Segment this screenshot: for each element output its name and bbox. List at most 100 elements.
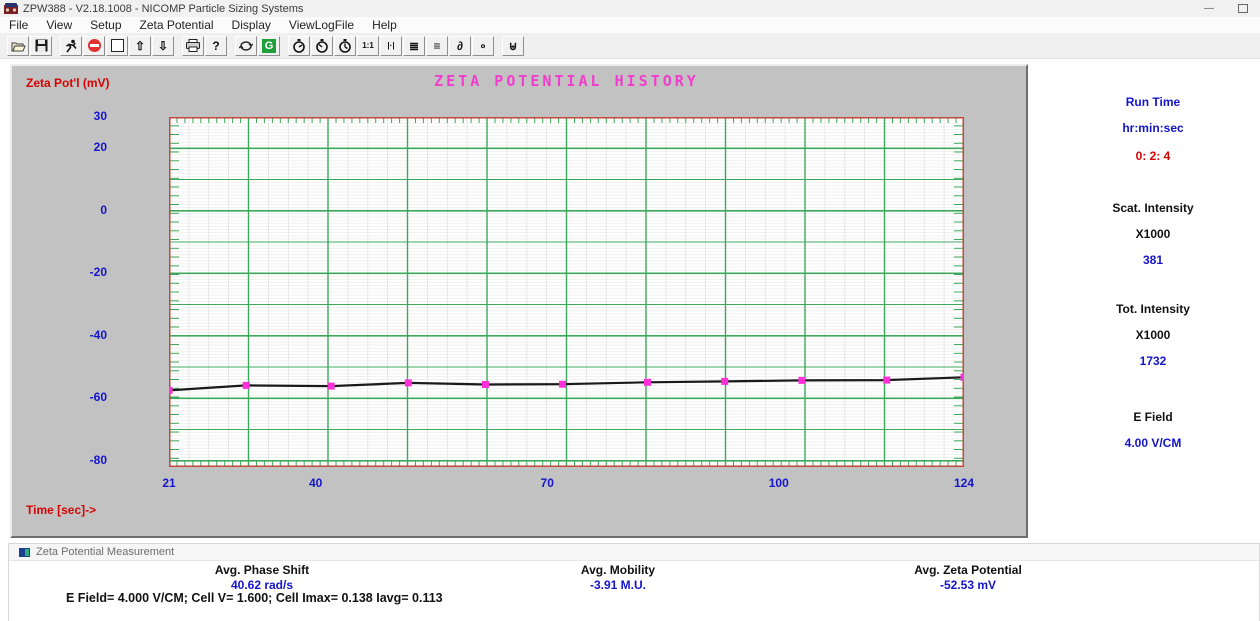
floppy-disk-icon	[35, 39, 48, 52]
timer-3-button[interactable]	[334, 36, 356, 56]
range-markers-button[interactable]: |·|	[380, 36, 402, 56]
scat-intensity-scale: X1000	[1080, 227, 1226, 241]
plot-area	[169, 117, 964, 467]
avg-phase-shift-label: Avg. Phase Shift	[132, 563, 392, 577]
auto-cycle-button[interactable]	[235, 36, 257, 56]
y-tick-label: -40	[47, 328, 107, 342]
x-tick-label: 124	[939, 476, 989, 490]
title-bar: ZPW388 - V2.18.1008 - NICOMP Particle Si…	[0, 0, 1260, 17]
timer-2-button[interactable]	[311, 36, 333, 56]
restore-button[interactable]	[1226, 0, 1260, 17]
tot-intensity-value: 1732	[1080, 354, 1226, 368]
chart-panel: ZETA POTENTIAL HISTORY Zeta Pot'l (mV) T…	[10, 64, 1028, 538]
avg-mobility-value: -3.91 M.U.	[488, 578, 748, 592]
measurement-window-title: Zeta Potential Measurement	[36, 546, 174, 558]
green-g-icon: G	[262, 39, 276, 53]
range-icon: |·|	[387, 41, 394, 50]
menu-view[interactable]: View	[37, 18, 81, 32]
tot-intensity-scale: X1000	[1080, 328, 1226, 342]
drop-button[interactable]: ∘	[472, 36, 494, 56]
move-up-button[interactable]: ⇧	[129, 36, 151, 56]
list-up-button[interactable]: ≣	[403, 36, 425, 56]
restore-icon	[1238, 4, 1248, 13]
window-title: ZPW388 - V2.18.1008 - NICOMP Particle Si…	[23, 3, 303, 15]
measurement-window: Zeta Potential Measurement Avg. Phase Sh…	[8, 543, 1260, 621]
frame-button[interactable]	[106, 36, 128, 56]
run-time-units: hr:min:sec	[1080, 121, 1226, 135]
app-window: ZPW388 - V2.18.1008 - NICOMP Particle Si…	[0, 0, 1260, 621]
e-field-label: E Field	[1080, 410, 1226, 424]
menu-setup[interactable]: Setup	[81, 18, 130, 32]
window-icon	[19, 548, 30, 557]
scat-intensity-label: Scat. Intensity	[1080, 201, 1226, 215]
menu-viewlogfile[interactable]: ViewLogFile	[280, 18, 363, 32]
menu-zeta-potential[interactable]: Zeta Potential	[131, 18, 223, 32]
scale-icon: 1:1	[362, 41, 374, 50]
minimize-icon: —	[1204, 3, 1214, 14]
drop-icon: ∘	[479, 39, 487, 53]
menu-help[interactable]: Help	[363, 18, 406, 32]
x-tick-label: 70	[522, 476, 572, 490]
save-button[interactable]	[30, 36, 52, 56]
list-up-icon: ≣	[409, 39, 419, 53]
running-person-icon	[64, 39, 78, 53]
link-icon: ∂	[457, 39, 463, 53]
timer-1-button[interactable]	[288, 36, 310, 56]
y-axis-title: Zeta Pot'l (mV)	[26, 76, 110, 90]
x-tick-label: 100	[754, 476, 804, 490]
x-axis-title: Time [sec]->	[26, 503, 96, 517]
menu-display[interactable]: Display	[223, 18, 280, 32]
tot-intensity-label: Tot. Intensity	[1080, 302, 1226, 316]
menu-file[interactable]: File	[0, 18, 37, 32]
scat-intensity-value: 381	[1080, 253, 1226, 267]
open-folder-icon	[11, 40, 26, 52]
avg-phase-shift-metric: Avg. Phase Shift 40.62 rad/s	[132, 563, 392, 592]
help-button[interactable]: ?	[205, 36, 227, 56]
stop-icon	[88, 39, 101, 52]
avg-mobility-label: Avg. Mobility	[488, 563, 748, 577]
print-button[interactable]	[182, 36, 204, 56]
status-line: E Field= 4.000 V/CM; Cell V= 1.600; Cell…	[66, 591, 443, 605]
list-down-button[interactable]: ≡	[426, 36, 448, 56]
stopwatch-icon	[338, 39, 352, 53]
stop-button[interactable]	[83, 36, 105, 56]
x-tick-label: 21	[144, 476, 194, 490]
link-button[interactable]: ∂	[449, 36, 471, 56]
scale-1-1-button[interactable]: 1:1	[357, 36, 379, 56]
menu-bar: File View Setup Zeta Potential Display V…	[0, 17, 1260, 33]
app-logo-icon	[4, 3, 18, 14]
y-tick-label: 20	[47, 140, 107, 154]
avg-phase-shift-value: 40.62 rad/s	[132, 578, 392, 592]
arrow-down-icon: ⇩	[158, 39, 168, 53]
measurement-window-titlebar: Zeta Potential Measurement	[9, 544, 1259, 561]
avg-zeta-potential-value: -52.53 mV	[838, 578, 1098, 592]
magnet-button[interactable]: ⊎	[502, 36, 524, 56]
y-tick-label: 0	[47, 203, 107, 217]
y-tick-label: -60	[47, 390, 107, 404]
printer-icon	[186, 39, 200, 52]
toolbar: ⇧ ⇩ ?	[0, 33, 1260, 59]
arrow-up-icon: ⇧	[135, 39, 145, 53]
avg-mobility-metric: Avg. Mobility -3.91 M.U.	[488, 563, 748, 592]
square-icon	[111, 39, 124, 52]
y-tick-label: -20	[47, 265, 107, 279]
run-button[interactable]	[60, 36, 82, 56]
help-icon: ?	[212, 39, 219, 53]
y-tick-label: -80	[47, 453, 107, 467]
run-time-value: 0: 2: 4	[1080, 149, 1226, 163]
stopwatch-icon	[292, 39, 306, 53]
circular-arrows-icon	[239, 40, 253, 52]
minimize-button[interactable]: —	[1192, 0, 1226, 17]
move-down-button[interactable]: ⇩	[152, 36, 174, 56]
stopwatch-icon	[315, 39, 329, 53]
x-tick-label: 40	[291, 476, 341, 490]
y-tick-label: 30	[47, 109, 107, 123]
list-down-icon: ≡	[433, 39, 440, 53]
open-file-button[interactable]	[7, 36, 29, 56]
run-time-label: Run Time	[1080, 95, 1226, 109]
avg-zeta-potential-label: Avg. Zeta Potential	[838, 563, 1098, 577]
goto-green-button[interactable]: G	[258, 36, 280, 56]
chart-title: ZETA POTENTIAL HISTORY	[169, 72, 964, 90]
avg-zeta-potential-metric: Avg. Zeta Potential -52.53 mV	[838, 563, 1098, 592]
e-field-value: 4.00 V/CM	[1080, 436, 1226, 450]
